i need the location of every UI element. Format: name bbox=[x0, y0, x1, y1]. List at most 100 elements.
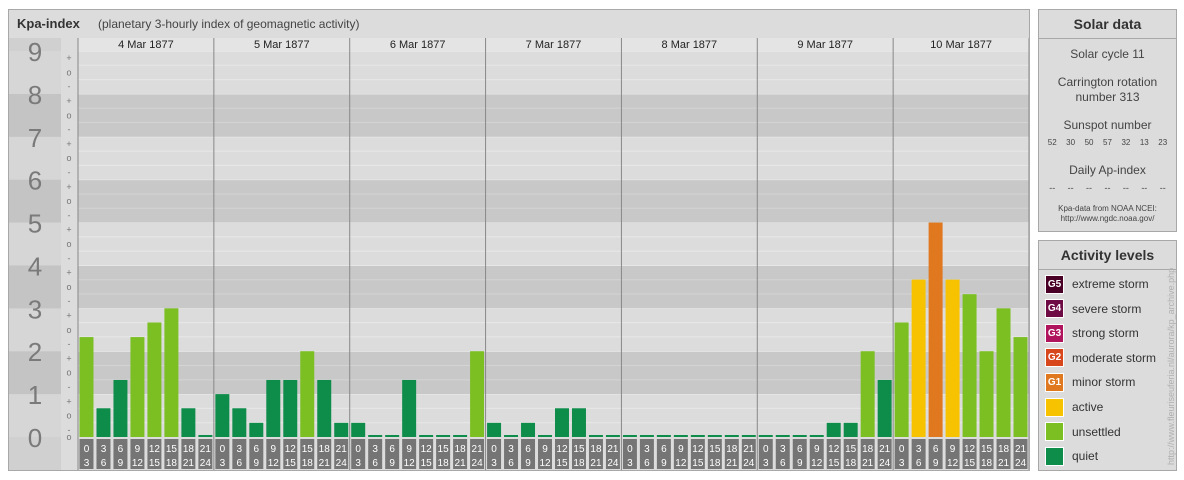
hour-start-label: 9 bbox=[271, 444, 277, 455]
ap-value: -- bbox=[1067, 183, 1074, 193]
hour-end-label: 6 bbox=[101, 458, 107, 469]
hour-end-label: 9 bbox=[797, 458, 803, 469]
hour-start-label: 0 bbox=[491, 444, 497, 455]
grid-band bbox=[78, 265, 1029, 309]
kp-bar bbox=[707, 435, 722, 437]
hour-start-label: 6 bbox=[933, 444, 939, 455]
hour-end-label: 21 bbox=[726, 458, 738, 469]
hour-end-label: 3 bbox=[627, 458, 633, 469]
hour-end-label: 9 bbox=[525, 458, 531, 469]
y-minor-mark: o bbox=[66, 432, 71, 442]
kp-bar bbox=[368, 435, 383, 437]
sunspot-value: 52 bbox=[1047, 138, 1057, 147]
legend-swatch: G3 bbox=[1045, 323, 1064, 343]
hour-end-label: 21 bbox=[998, 458, 1010, 469]
hour-end-label: 15 bbox=[556, 458, 568, 469]
grid-band bbox=[78, 308, 1029, 352]
kp-bar bbox=[283, 379, 298, 437]
kp-bar bbox=[113, 379, 128, 437]
kp-bar bbox=[164, 308, 179, 437]
kp-bar bbox=[792, 435, 807, 437]
kp-bar bbox=[96, 408, 111, 437]
hour-end-label: 18 bbox=[302, 458, 314, 469]
hour-start-label: 9 bbox=[950, 444, 956, 455]
hour-end-label: 12 bbox=[268, 458, 280, 469]
kp-bar bbox=[419, 435, 434, 437]
kp-bar bbox=[962, 294, 977, 437]
y-minor-mark: + bbox=[66, 53, 71, 63]
kp-bar bbox=[656, 435, 671, 437]
hour-start-label: 12 bbox=[556, 444, 568, 455]
hour-start-label: 0 bbox=[355, 444, 361, 455]
kp-bar bbox=[809, 435, 824, 437]
y-minor-mark: - bbox=[68, 125, 71, 135]
hour-end-label: 3 bbox=[899, 458, 905, 469]
solar-cycle: Solar cycle 11 bbox=[1070, 47, 1145, 61]
hour-end-label: 12 bbox=[675, 458, 687, 469]
y-minor-mark: o bbox=[66, 411, 71, 421]
ap-values: -- -- -- -- -- -- -- bbox=[1039, 183, 1176, 193]
y-tick-label: 2 bbox=[28, 337, 42, 367]
hour-end-label: 6 bbox=[780, 458, 786, 469]
hour-end-label: 6 bbox=[644, 458, 650, 469]
y-minor-mark: o bbox=[66, 368, 71, 378]
kp-bar bbox=[826, 422, 841, 437]
hour-start-label: 12 bbox=[828, 444, 840, 455]
hour-end-label: 15 bbox=[285, 458, 297, 469]
y-minor-mark: + bbox=[66, 225, 71, 235]
hour-end-label: 3 bbox=[355, 458, 361, 469]
kp-bar bbox=[130, 337, 145, 437]
legend-label: quiet bbox=[1072, 449, 1099, 464]
legend-item: G4 severe storm bbox=[1045, 299, 1141, 319]
y-minor-mark: - bbox=[68, 296, 71, 306]
kp-bar bbox=[215, 394, 230, 437]
hour-start-label: 15 bbox=[166, 444, 178, 455]
hour-end-label: 24 bbox=[472, 458, 484, 469]
sunspot-value: 50 bbox=[1084, 138, 1094, 147]
ap-value: -- bbox=[1049, 183, 1056, 193]
legend-item: G1 minor storm bbox=[1045, 372, 1135, 392]
kp-bar bbox=[945, 279, 960, 437]
kp-bar bbox=[453, 435, 468, 437]
y-minor-mark: o bbox=[66, 282, 71, 292]
hour-start-label: 21 bbox=[336, 444, 348, 455]
hour-start-label: 15 bbox=[709, 444, 721, 455]
day-label: 5 Mar 1877 bbox=[254, 39, 310, 51]
hour-start-label: 15 bbox=[981, 444, 993, 455]
hour-end-label: 24 bbox=[607, 458, 619, 469]
hour-end-label: 9 bbox=[254, 458, 260, 469]
y-minor-mark: - bbox=[68, 382, 71, 392]
kp-bar bbox=[79, 337, 94, 437]
source-watermark: http://www.fleuriseuferia.nl/aurora/kp_a… bbox=[1166, 267, 1176, 465]
y-minor-mark: - bbox=[68, 253, 71, 263]
legend-label: unsettled bbox=[1072, 424, 1121, 439]
hour-end-label: 24 bbox=[879, 458, 891, 469]
hour-start-label: 18 bbox=[319, 444, 331, 455]
legend-swatch: G4 bbox=[1045, 299, 1064, 319]
ap-value: -- bbox=[1086, 183, 1093, 193]
kp-bar bbox=[843, 422, 858, 437]
hour-start-label: 21 bbox=[472, 444, 484, 455]
kp-bar bbox=[860, 351, 875, 437]
hour-end-label: 12 bbox=[404, 458, 416, 469]
data-credit-line-2: http://www.ngdc.noaa.gov/ bbox=[1060, 214, 1155, 223]
y-tick-label: 8 bbox=[28, 80, 42, 110]
hour-start-label: 18 bbox=[590, 444, 602, 455]
hour-start-label: 0 bbox=[627, 444, 633, 455]
hour-start-label: 0 bbox=[899, 444, 905, 455]
hour-start-label: 18 bbox=[455, 444, 467, 455]
legend-item: G5 extreme storm bbox=[1045, 274, 1149, 294]
hour-start-label: 6 bbox=[797, 444, 803, 455]
hour-end-label: 15 bbox=[149, 458, 161, 469]
day-label: 4 Mar 1877 bbox=[118, 39, 174, 51]
kp-bar bbox=[928, 222, 943, 437]
y-minor-mark: + bbox=[66, 353, 71, 363]
kp-bar bbox=[470, 351, 485, 437]
ap-value: -- bbox=[1104, 183, 1111, 193]
hour-end-label: 15 bbox=[828, 458, 840, 469]
hour-end-label: 18 bbox=[845, 458, 857, 469]
hour-start-label: 18 bbox=[183, 444, 195, 455]
kp-bar bbox=[147, 322, 162, 437]
hour-start-label: 0 bbox=[763, 444, 769, 455]
hour-end-label: 18 bbox=[166, 458, 178, 469]
